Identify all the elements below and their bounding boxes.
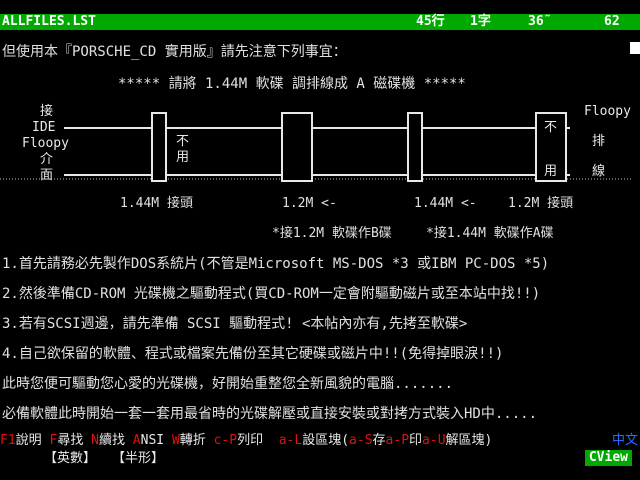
right-label-1: Floopy: [584, 104, 631, 119]
left-label-2: IDE: [32, 120, 56, 135]
key-set-block[interactable]: a-L: [279, 433, 302, 448]
left-label-4: 介: [40, 152, 54, 167]
text-line: 3.若有SCSI週邊，請先準備 SCSI 驅動程式! <本帖內亦有,先拷至軟碟>: [2, 316, 468, 332]
key-ansi[interactable]: A: [133, 433, 141, 448]
chinese-mode-indicator[interactable]: 中文: [612, 432, 638, 450]
connector-label: 1.44M 接頭: [120, 196, 193, 211]
text-line: ***** 請將 1.44M 軟碟 調排線成 A 磁碟機 *****: [118, 76, 466, 92]
connector-note: *接1.2M 軟碟作B碟: [272, 226, 392, 241]
connector-note: *接1.44M 軟碟作A碟: [426, 226, 554, 241]
left-label-1: 接: [40, 104, 54, 119]
alpha-mode-button[interactable]: 【英數】: [44, 450, 96, 468]
box1-label-top: 不: [176, 134, 190, 149]
box1-label-bottom: 用: [176, 150, 190, 165]
status-bar: F1說明 F尋找 N續找 ANSI W轉折 c-P列印 a-L設區塊(a-S存a…: [0, 432, 640, 450]
right-label-2: 排: [592, 134, 606, 149]
text-line: 此時您便可驅動您心愛的光碟機，好開始重整您全新風貌的電腦.......: [2, 376, 453, 392]
set-block-label[interactable]: 設區塊(: [302, 433, 349, 448]
right-label-3: 線: [592, 164, 606, 179]
find-label[interactable]: 尋找: [57, 433, 91, 448]
ansi-label[interactable]: NSI: [141, 433, 172, 448]
save-label[interactable]: 存: [373, 433, 386, 448]
left-label-5: 面: [40, 168, 54, 183]
connector-label: 1.2M 接頭: [508, 196, 574, 211]
key-print-block[interactable]: a-P: [386, 433, 409, 448]
unblock-label[interactable]: 解區塊): [446, 433, 501, 448]
key-print[interactable]: c-P: [214, 433, 237, 448]
text-content: 但使用本『PORSCHE_CD 實用版』請先注意下列事宜： ***** 請將 1…: [0, 0, 632, 430]
print-label[interactable]: 列印: [237, 433, 279, 448]
key-help[interactable]: F1: [0, 433, 16, 448]
print-block-label[interactable]: 印: [409, 433, 422, 448]
cable-diagram: 接 IDE Floopy 介 面 不 用 不 用 Floopy 排 線: [0, 100, 632, 190]
key-save[interactable]: a-S: [349, 433, 372, 448]
app-badge: CView: [584, 450, 632, 466]
key-wrap[interactable]: W: [172, 433, 180, 448]
text-line: 必備軟體此時開始一套一套用最省時的光碟解壓或直接安裝或對拷方式裝入HD中....…: [2, 406, 537, 422]
cable-lines: [0, 112, 632, 182]
connector-label: 1.44M <-: [414, 196, 477, 211]
connector-label: 1.2M <-: [282, 196, 337, 211]
key-unblock[interactable]: a-U: [422, 433, 445, 448]
wrap-label[interactable]: 轉折: [180, 433, 214, 448]
left-label-3: Floopy: [22, 136, 69, 151]
text-line: 1.首先請務必先製作DOS系統片(不管是Microsoft MS-DOS *3 …: [2, 256, 550, 272]
text-line: 2.然後準備CD-ROM 光碟機之驅動程式(買CD-ROM一定會附驅動磁片或至本…: [2, 286, 541, 302]
box4-label-top: 不: [544, 120, 558, 135]
text-line: 但使用本『PORSCHE_CD 實用版』請先注意下列事宜：: [2, 44, 347, 60]
help-label[interactable]: 說明: [16, 433, 50, 448]
find-next-label[interactable]: 續找: [99, 433, 133, 448]
half-width-button[interactable]: 【半形】: [112, 450, 164, 468]
input-method-bar: 【英數】 【半形】: [0, 450, 640, 468]
box4-label-bottom: 用: [544, 164, 558, 179]
key-find-next[interactable]: N: [91, 433, 99, 448]
text-line: 4.自己欲保留的軟體、程式或檔案先備份至其它硬碟或磁片中!!(免得掉眼淚!!): [2, 346, 504, 362]
